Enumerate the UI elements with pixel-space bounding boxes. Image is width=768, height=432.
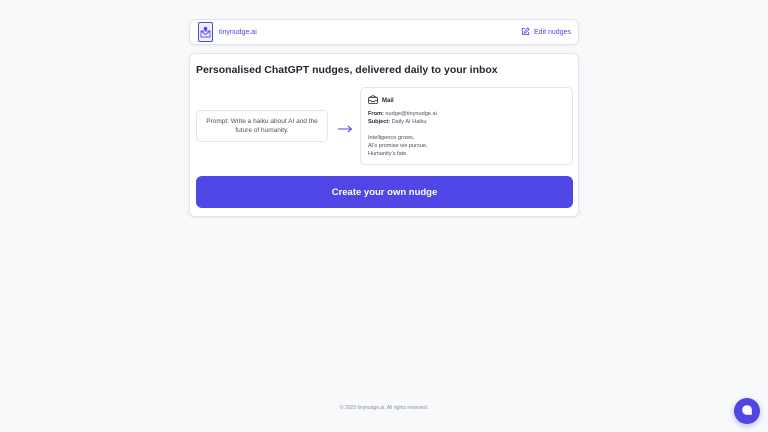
- prompt-text: Prompt: Write a haiku about AI and the f…: [206, 117, 318, 135]
- mail-body-line: Humanity's fate.: [368, 151, 408, 157]
- footer-copyright: © 2023 tinynudge.ai. All rights reserved…: [339, 405, 429, 411]
- mail-body: Intelligence grows, AI's promise we purs…: [368, 134, 565, 158]
- mail-body-line: AI's promise we pursue,: [368, 143, 428, 149]
- brand-name: tinynudge.ai: [219, 28, 257, 36]
- mail-from-value: nudge@tinynudge.ai: [385, 111, 437, 117]
- mail-body-line: Intelligence grows,: [368, 135, 415, 141]
- chat-bubble-icon: [741, 404, 753, 419]
- pencil-square-icon: [521, 23, 530, 41]
- envelope-logo-icon: [198, 22, 213, 42]
- mail-from-label: From:: [368, 111, 384, 117]
- hero-card: Personalised ChatGPT nudges, delivered d…: [189, 53, 579, 217]
- mail-subject-value: Daily AI Haiku: [391, 119, 427, 125]
- chat-widget-button[interactable]: [734, 398, 760, 424]
- mail-header: Mail: [368, 95, 565, 107]
- page-title: Personalised ChatGPT nudges, delivered d…: [196, 64, 498, 76]
- top-nav-bar: tinynudge.ai Edit nudges: [189, 19, 579, 45]
- arrow-right-icon: [337, 120, 353, 138]
- edit-nudges-label: Edit nudges: [534, 28, 571, 36]
- mail-subject-row: Subject: Daily AI Haiku: [368, 118, 565, 126]
- mail-subject-label: Subject:: [368, 119, 391, 125]
- mail-preview: Mail From: nudge@tinynudge.ai Subject: D…: [360, 87, 573, 165]
- prompt-example-box: Prompt: Write a haiku about AI and the f…: [196, 110, 328, 142]
- mail-app-label: Mail: [382, 98, 394, 104]
- edit-nudges-link[interactable]: Edit nudges: [521, 23, 571, 41]
- mail-icon: [368, 95, 378, 107]
- mail-from-row: From: nudge@tinynudge.ai: [368, 110, 565, 118]
- brand-link[interactable]: tinynudge.ai: [198, 22, 257, 42]
- create-nudge-button[interactable]: Create your own nudge: [196, 176, 573, 208]
